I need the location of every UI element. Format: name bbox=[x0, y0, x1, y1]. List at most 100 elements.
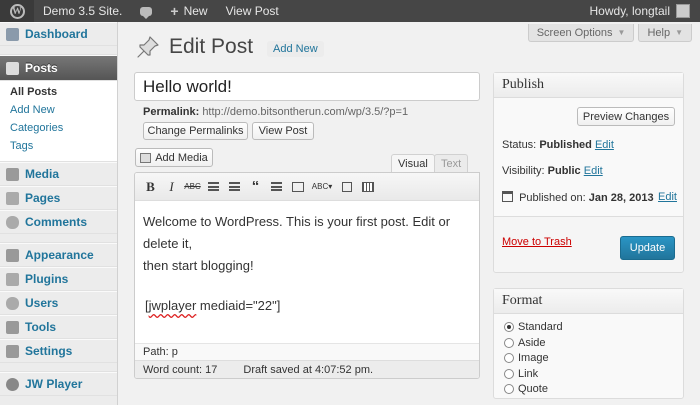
publish-actions: Move to Trash Update bbox=[494, 216, 683, 272]
add-new-button[interactable]: Add New bbox=[267, 41, 324, 57]
strikethrough-icon[interactable]: ABC bbox=[183, 177, 202, 197]
add-media-button[interactable]: Add Media bbox=[135, 148, 213, 167]
publish-box-title: Publish bbox=[494, 73, 683, 98]
radio-icon[interactable] bbox=[504, 338, 514, 348]
permalink-url[interactable]: http://demo.bitsontherun.com/wp/3.5/?p=1 bbox=[202, 106, 408, 118]
update-button[interactable]: Update bbox=[620, 236, 675, 260]
sidebar-item-label: Settings bbox=[25, 344, 73, 358]
format-box-title: Format bbox=[494, 289, 683, 314]
published-on-label: Published on: bbox=[519, 192, 586, 204]
format-option-image[interactable]: Image bbox=[504, 352, 549, 364]
wordpress-logo-icon[interactable]: W bbox=[0, 0, 34, 22]
bold-icon[interactable]: B bbox=[141, 177, 160, 197]
view-post-button[interactable]: View Post bbox=[252, 122, 314, 140]
sidebar-item-users[interactable]: Users bbox=[0, 291, 117, 315]
submenu-add-new[interactable]: Add New bbox=[0, 102, 117, 120]
spellcheck-icon[interactable]: ABC▾ bbox=[309, 177, 335, 197]
submenu-categories[interactable]: Categories bbox=[0, 120, 117, 138]
submenu-tags[interactable]: Tags bbox=[0, 138, 117, 156]
post-title-input[interactable]: Hello world! bbox=[134, 72, 480, 101]
comments-button[interactable] bbox=[131, 0, 161, 22]
pin-icon bbox=[6, 61, 19, 75]
format-option-aside[interactable]: Aside bbox=[504, 337, 546, 349]
numbered-list-icon[interactable] bbox=[225, 177, 244, 197]
tab-visual[interactable]: Visual bbox=[391, 154, 435, 172]
italic-icon[interactable]: I bbox=[162, 177, 181, 197]
format-option-link[interactable]: Link bbox=[504, 368, 538, 380]
edit-visibility-link[interactable]: Edit bbox=[584, 165, 603, 177]
fullscreen-icon[interactable] bbox=[337, 177, 356, 197]
plus-icon: + bbox=[170, 3, 179, 19]
format-option-label: Quote bbox=[518, 383, 548, 395]
new-label: New bbox=[183, 4, 208, 18]
move-to-trash-link[interactable]: Move to Trash bbox=[502, 236, 572, 248]
admin-sidebar: Dashboard Posts All Posts Add New Catego… bbox=[0, 22, 118, 405]
sidebar-item-plugins[interactable]: Plugins bbox=[0, 267, 117, 291]
sidebar-item-comments[interactable]: Comments bbox=[0, 210, 117, 234]
media-icon bbox=[140, 152, 152, 163]
account-menu[interactable]: Howdy, longtail bbox=[581, 0, 700, 22]
radio-icon[interactable] bbox=[504, 353, 514, 363]
sidebar-item-label: Pages bbox=[25, 191, 61, 205]
published-on-row: Published on: Jan 28, 2013 Edit bbox=[502, 191, 677, 204]
comments-icon bbox=[6, 215, 19, 229]
format-option-label: Aside bbox=[518, 337, 546, 349]
visibility-label: Visibility: bbox=[502, 165, 545, 177]
sidebar-item-label: Comments bbox=[25, 215, 88, 229]
posts-submenu: All Posts Add New Categories Tags bbox=[0, 81, 117, 162]
shortcode-rest: mediaid="22"] bbox=[196, 298, 281, 313]
sidebar-item-label: Users bbox=[25, 296, 59, 310]
screen-options-button[interactable]: Screen Options ▼ bbox=[527, 24, 635, 42]
sidebar-item-label: Media bbox=[25, 167, 60, 181]
sidebar-item-dashboard[interactable]: Dashboard bbox=[0, 22, 117, 46]
sidebar-item-label: Dashboard bbox=[25, 27, 88, 41]
view-post-link[interactable]: View Post bbox=[217, 0, 288, 22]
page-header: Edit Post Add New bbox=[135, 34, 324, 60]
tab-text[interactable]: Text bbox=[434, 154, 469, 172]
help-button[interactable]: Help ▼ bbox=[638, 24, 692, 42]
radio-icon[interactable] bbox=[504, 384, 514, 394]
new-content-button[interactable]: + New bbox=[161, 0, 216, 22]
greeting-text: Howdy, longtail bbox=[589, 4, 670, 18]
sidebar-item-appearance[interactable]: Appearance bbox=[0, 243, 117, 267]
screen-options-label: Screen Options bbox=[536, 26, 613, 39]
plugins-icon bbox=[6, 272, 19, 286]
insert-more-icon[interactable] bbox=[288, 177, 307, 197]
sidebar-item-pages[interactable]: Pages bbox=[0, 186, 117, 210]
sidebar-item-tools[interactable]: Tools bbox=[0, 315, 117, 339]
radio-checked-icon[interactable] bbox=[504, 322, 514, 332]
radio-icon[interactable] bbox=[504, 369, 514, 379]
published-on-value: Jan 28, 2013 bbox=[588, 192, 654, 204]
align-left-icon[interactable] bbox=[267, 177, 286, 197]
blockquote-icon[interactable]: “ bbox=[246, 177, 265, 197]
sidebar-item-settings[interactable]: Settings bbox=[0, 339, 117, 363]
status-row: Status: Published Edit bbox=[502, 139, 614, 151]
editor-status-bar: Word count: 17 Draft saved at 4:07:52 pm… bbox=[135, 360, 479, 378]
format-option-standard[interactable]: Standard bbox=[504, 321, 563, 333]
kitchen-sink-icon[interactable] bbox=[358, 177, 377, 197]
sidebar-item-media[interactable]: Media bbox=[0, 162, 117, 186]
post-editor: B I ABC “ ABC▾ Welcome to WordPress. Thi… bbox=[134, 172, 480, 379]
editor-content[interactable]: Welcome to WordPress. This is your first… bbox=[135, 201, 479, 327]
submenu-all-posts[interactable]: All Posts bbox=[0, 84, 117, 102]
site-name-link[interactable]: Demo 3.5 Site. bbox=[34, 0, 131, 22]
sidebar-item-posts[interactable]: Posts bbox=[0, 55, 117, 81]
draft-saved-status: Draft saved at 4:07:52 pm. bbox=[243, 364, 374, 376]
change-permalinks-button[interactable]: Change Permalinks bbox=[143, 122, 248, 140]
page-title: Edit Post bbox=[169, 35, 254, 58]
tools-icon bbox=[6, 320, 19, 334]
preview-changes-button[interactable]: Preview Changes bbox=[577, 107, 675, 126]
settings-icon bbox=[6, 344, 19, 358]
content-line-1: Welcome to WordPress. This is your first… bbox=[143, 214, 451, 251]
edit-date-link[interactable]: Edit bbox=[658, 191, 677, 203]
publish-box: Publish Preview Changes Status: Publishe… bbox=[493, 72, 684, 273]
sidebar-item-label: Posts bbox=[25, 61, 58, 75]
misspelled-word: jwplayer bbox=[148, 298, 197, 313]
edit-status-link[interactable]: Edit bbox=[595, 139, 614, 151]
chevron-down-icon: ▼ bbox=[675, 28, 683, 37]
sidebar-item-jw-player[interactable]: JW Player bbox=[0, 372, 117, 396]
bulleted-list-icon[interactable] bbox=[204, 177, 223, 197]
format-option-quote[interactable]: Quote bbox=[504, 383, 548, 395]
shortcode-line: [jwplayer mediaid="22"] bbox=[145, 295, 471, 317]
sidebar-item-label: Plugins bbox=[25, 272, 69, 286]
